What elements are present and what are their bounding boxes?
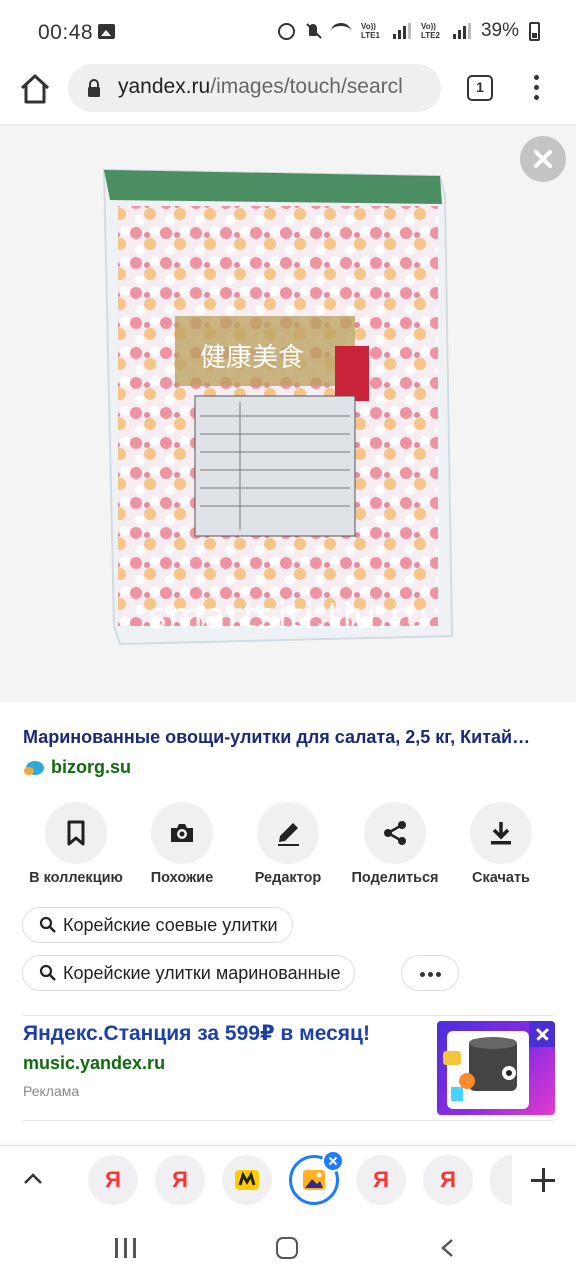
ad-label: Реклама <box>23 1083 80 1099</box>
share-icon <box>384 821 406 845</box>
source-favicon-icon <box>24 760 44 775</box>
share-label: Поделиться <box>351 870 439 886</box>
lte2-label: Vo)) LTE2 <box>420 22 440 40</box>
signal2-icon <box>452 23 471 39</box>
ad-link[interactable]: music.yandex.ru <box>23 1053 165 1074</box>
pencil-icon <box>278 823 299 846</box>
share-button[interactable]: Поделиться <box>340 802 450 886</box>
download-button[interactable]: Скачать <box>446 802 556 886</box>
url-domain: yandex.ru <box>118 75 211 98</box>
url-field[interactable]: yandex.ru/images/touch/searcl <box>68 64 441 112</box>
camera-search-icon <box>171 824 193 842</box>
image-notification-icon <box>98 24 115 39</box>
chevron-up-icon[interactable] <box>22 1168 44 1190</box>
close-viewer-button[interactable] <box>520 136 566 182</box>
source-row[interactable]: bizorg.su <box>23 757 131 778</box>
status-time: 00:48 <box>38 21 94 44</box>
mute-icon <box>305 23 321 39</box>
battery-icon <box>529 21 540 41</box>
ad-close-icon[interactable] <box>529 1021 555 1047</box>
tab-images-active[interactable] <box>289 1150 344 1205</box>
similar-label: Похожие <box>150 870 214 886</box>
wifi-icon <box>330 23 351 39</box>
back-icon[interactable] <box>440 1238 454 1258</box>
bookmark-icon <box>67 820 85 846</box>
lock-icon <box>88 79 100 97</box>
home-nav-icon[interactable] <box>276 1237 298 1259</box>
tab-count-button[interactable]: 1 <box>467 75 493 101</box>
result-title[interactable]: Маринованные овощи-улитки для салата, 2,… <box>23 727 558 748</box>
images-tab-icon <box>303 1170 325 1190</box>
divider <box>23 1015 553 1016</box>
related-search-text: Корейские улитки маринованные <box>63 962 341 983</box>
package-chinese-text: 健康美食 <box>200 343 304 373</box>
status-bar: 00:48 Vo)) LTE1 Vo)) LTE2 39% <box>0 0 576 64</box>
tab-yandex[interactable]: Я <box>88 1155 138 1205</box>
url-text: yandex.ru/images/touch/searcl <box>118 75 403 99</box>
editor-button[interactable]: Редактор <box>233 802 343 886</box>
download-label: Скачать <box>472 870 530 886</box>
close-tab-icon[interactable] <box>322 1150 344 1172</box>
tab-market[interactable] <box>222 1155 272 1205</box>
alarm-icon <box>277 22 295 40</box>
lte1-label: Vo)) LTE1 <box>360 22 380 40</box>
system-nav-bar <box>0 1213 576 1280</box>
recent-apps-icon[interactable] <box>115 1238 137 1258</box>
ad-title[interactable]: Яндекс.Станция за 599₽ в месяц! <box>23 1021 370 1046</box>
editor-label: Редактор <box>254 870 322 886</box>
product-image[interactable]: 健康美食 <box>100 166 460 646</box>
related-search-chip[interactable]: Корейские соевые улитки <box>22 907 293 943</box>
image-viewer[interactable]: 健康美食 smartsiti.tiu.ru <box>0 126 576 702</box>
action-bar: В коллекцию Похожие Редактор Поделиться … <box>0 802 576 892</box>
source-link[interactable]: bizorg.su <box>51 757 131 778</box>
browser-toolbar: yandex.ru/images/touch/searcl 1 <box>0 64 576 124</box>
image-watermark: smartsiti.tiu.ru <box>148 596 430 637</box>
tab-yandex[interactable]: Я <box>155 1155 205 1205</box>
search-icon <box>39 964 56 981</box>
more-searches-button[interactable] <box>401 955 459 991</box>
related-search-chip[interactable]: Корейские улитки маринованные <box>22 955 356 991</box>
new-tab-plus-icon[interactable] <box>531 1168 555 1192</box>
tab-strip: Я Я Я Я <box>0 1145 576 1213</box>
market-logo-icon <box>235 1170 259 1190</box>
url-path: /images/touch/searcl <box>210 75 403 98</box>
download-icon <box>491 822 511 845</box>
similar-button[interactable]: Похожие <box>127 802 237 886</box>
home-icon[interactable] <box>18 72 52 106</box>
signal1-icon <box>392 23 411 39</box>
tab-yandex[interactable]: Я <box>423 1155 473 1205</box>
tab-yandex[interactable]: Я <box>356 1155 406 1205</box>
related-search-text: Корейские соевые улитки <box>63 914 278 935</box>
divider <box>23 1120 553 1121</box>
status-icons: Vo)) LTE1 Vo)) LTE2 39% <box>277 20 540 42</box>
search-icon <box>39 916 56 933</box>
battery-percent: 39% <box>480 20 519 41</box>
menu-icon[interactable] <box>530 72 542 104</box>
add-to-collection-button[interactable]: В коллекцию <box>21 802 131 886</box>
ad-image[interactable] <box>437 1021 555 1115</box>
add-to-collection-label: В коллекцию <box>29 870 123 886</box>
tab-partial[interactable] <box>490 1155 512 1205</box>
